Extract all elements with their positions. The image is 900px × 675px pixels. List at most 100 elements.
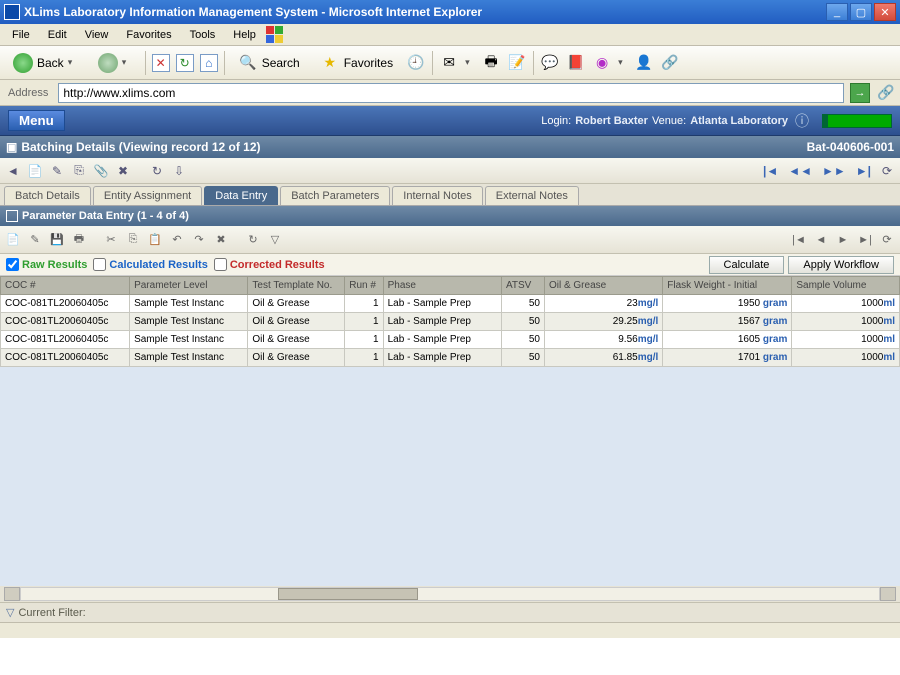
- calculated-results-checkbox[interactable]: Calculated Results: [93, 258, 207, 271]
- scroll-left-button[interactable]: [4, 587, 20, 601]
- grid-last-icon[interactable]: ►|: [856, 231, 874, 249]
- history-icon[interactable]: 🕘: [406, 53, 426, 73]
- grid-paste-icon[interactable]: 📋: [146, 231, 164, 249]
- menu-help[interactable]: Help: [225, 27, 264, 43]
- grid-delete-icon[interactable]: ✖: [212, 231, 230, 249]
- back-button[interactable]: Back▾: [6, 50, 85, 76]
- calculate-button[interactable]: Calculate: [709, 256, 785, 274]
- corrected-results-checkbox[interactable]: Corrected Results: [214, 258, 325, 271]
- cell-oil-grease[interactable]: 29.25mg/l: [544, 313, 662, 331]
- tab-data-entry[interactable]: Data Entry: [204, 186, 278, 205]
- edit-icon[interactable]: 📝: [507, 53, 527, 73]
- horizontal-scrollbar[interactable]: [0, 586, 900, 602]
- print-icon[interactable]: 🖶: [481, 53, 501, 73]
- scroll-thumb[interactable]: [278, 588, 418, 600]
- tab-entity-assignment[interactable]: Entity Assignment: [93, 186, 202, 205]
- scroll-right-button[interactable]: [880, 587, 896, 601]
- menu-edit[interactable]: Edit: [40, 27, 75, 43]
- scroll-track[interactable]: [20, 587, 880, 601]
- tab-batch-parameters[interactable]: Batch Parameters: [280, 186, 390, 205]
- close-button[interactable]: ✕: [874, 3, 896, 21]
- edit-record-icon[interactable]: ✎: [48, 162, 66, 180]
- venue-info-icon[interactable]: ⓘ: [792, 111, 812, 131]
- go-button[interactable]: →: [850, 83, 870, 103]
- stop-icon[interactable]: ✕: [152, 54, 170, 72]
- grid-copy-icon[interactable]: ⎘: [124, 231, 142, 249]
- grid-reload-icon[interactable]: ⟳: [878, 231, 896, 249]
- favorites-button[interactable]: ★Favorites: [313, 50, 400, 76]
- table-row[interactable]: COC-081TL20060405cSample Test InstancOil…: [1, 295, 900, 313]
- refresh-icon[interactable]: ↻: [176, 54, 194, 72]
- cell-atsv[interactable]: 50: [501, 313, 544, 331]
- home-icon[interactable]: ⌂: [200, 54, 218, 72]
- menu-tools[interactable]: Tools: [182, 27, 224, 43]
- grid-save-icon[interactable]: 💾: [48, 231, 66, 249]
- menu-favorites[interactable]: Favorites: [118, 27, 179, 43]
- cell-parameter-level[interactable]: Sample Test Instanc: [130, 295, 248, 313]
- cell-run[interactable]: 1: [345, 331, 383, 349]
- forward-button[interactable]: ▾: [91, 50, 139, 76]
- grid-filter-icon[interactable]: ▽: [266, 231, 284, 249]
- cell-coc[interactable]: COC-081TL20060405c: [1, 295, 130, 313]
- cell-coc[interactable]: COC-081TL20060405c: [1, 331, 130, 349]
- tab-external-notes[interactable]: External Notes: [485, 186, 579, 205]
- refresh-section-icon[interactable]: ↻: [148, 162, 166, 180]
- cell-oil-grease[interactable]: 23mg/l: [544, 295, 662, 313]
- table-row[interactable]: COC-081TL20060405cSample Test InstancOil…: [1, 313, 900, 331]
- yahoo-icon[interactable]: ◉: [592, 53, 612, 73]
- export-icon[interactable]: ⇩: [170, 162, 188, 180]
- research-icon[interactable]: 📕: [566, 53, 586, 73]
- maximize-button[interactable]: ▢: [850, 3, 872, 21]
- raw-results-checkbox[interactable]: Raw Results: [6, 258, 87, 271]
- tab-internal-notes[interactable]: Internal Notes: [392, 186, 482, 205]
- col-coc[interactable]: COC #: [1, 277, 130, 295]
- grid-redo-icon[interactable]: ↷: [190, 231, 208, 249]
- cell-run[interactable]: 1: [345, 313, 383, 331]
- cell-atsv[interactable]: 50: [501, 295, 544, 313]
- messenger-icon[interactable]: 👤: [634, 53, 654, 73]
- cell-phase[interactable]: Lab - Sample Prep: [383, 295, 501, 313]
- grid-print-icon[interactable]: 🖶: [70, 231, 88, 249]
- grid-next-icon[interactable]: ►: [834, 231, 852, 249]
- grid-refresh-icon[interactable]: ↻: [244, 231, 262, 249]
- cell-coc[interactable]: COC-081TL20060405c: [1, 349, 130, 367]
- cell-test-template[interactable]: Oil & Grease: [248, 331, 345, 349]
- first-record-button[interactable]: |◄: [760, 164, 781, 178]
- cell-sample-volume[interactable]: 1000ml: [792, 295, 900, 313]
- cell-coc[interactable]: COC-081TL20060405c: [1, 313, 130, 331]
- cell-parameter-level[interactable]: Sample Test Instanc: [130, 313, 248, 331]
- cell-oil-grease[interactable]: 9.56mg/l: [544, 331, 662, 349]
- grid-edit-icon[interactable]: ✎: [26, 231, 44, 249]
- address-input[interactable]: [58, 83, 844, 103]
- cell-phase[interactable]: Lab - Sample Prep: [383, 331, 501, 349]
- prev-record-button[interactable]: ◄◄: [785, 164, 815, 178]
- col-test-template[interactable]: Test Template No.: [248, 277, 345, 295]
- cell-test-template[interactable]: Oil & Grease: [248, 349, 345, 367]
- cell-parameter-level[interactable]: Sample Test Instanc: [130, 331, 248, 349]
- app-menu-button[interactable]: Menu: [8, 110, 65, 131]
- grid-first-icon[interactable]: |◄: [790, 231, 808, 249]
- table-row[interactable]: COC-081TL20060405cSample Test InstancOil…: [1, 331, 900, 349]
- reload-icon[interactable]: ⟳: [878, 162, 896, 180]
- cell-sample-volume[interactable]: 1000ml: [792, 313, 900, 331]
- cell-parameter-level[interactable]: Sample Test Instanc: [130, 349, 248, 367]
- col-parameter-level[interactable]: Parameter Level: [130, 277, 248, 295]
- grid-undo-icon[interactable]: ↶: [168, 231, 186, 249]
- grid-prev-icon[interactable]: ◄: [812, 231, 830, 249]
- subsection-collapse-icon[interactable]: [6, 210, 18, 222]
- col-sample-volume[interactable]: Sample Volume: [792, 277, 900, 295]
- last-record-button[interactable]: ►|: [853, 164, 874, 178]
- cell-run[interactable]: 1: [345, 295, 383, 313]
- cell-sample-volume[interactable]: 1000ml: [792, 331, 900, 349]
- cell-flask-weight[interactable]: 1567 gram: [663, 313, 792, 331]
- cell-sample-volume[interactable]: 1000ml: [792, 349, 900, 367]
- cell-run[interactable]: 1: [345, 349, 383, 367]
- mail-icon[interactable]: ✉: [439, 53, 459, 73]
- cell-atsv[interactable]: 50: [501, 349, 544, 367]
- new-icon[interactable]: 📄: [26, 162, 44, 180]
- delete-icon[interactable]: ✖: [114, 162, 132, 180]
- collapse-icon[interactable]: ▣: [6, 140, 17, 154]
- col-flask-weight[interactable]: Flask Weight - Initial: [663, 277, 792, 295]
- menu-view[interactable]: View: [77, 27, 117, 43]
- cell-test-template[interactable]: Oil & Grease: [248, 313, 345, 331]
